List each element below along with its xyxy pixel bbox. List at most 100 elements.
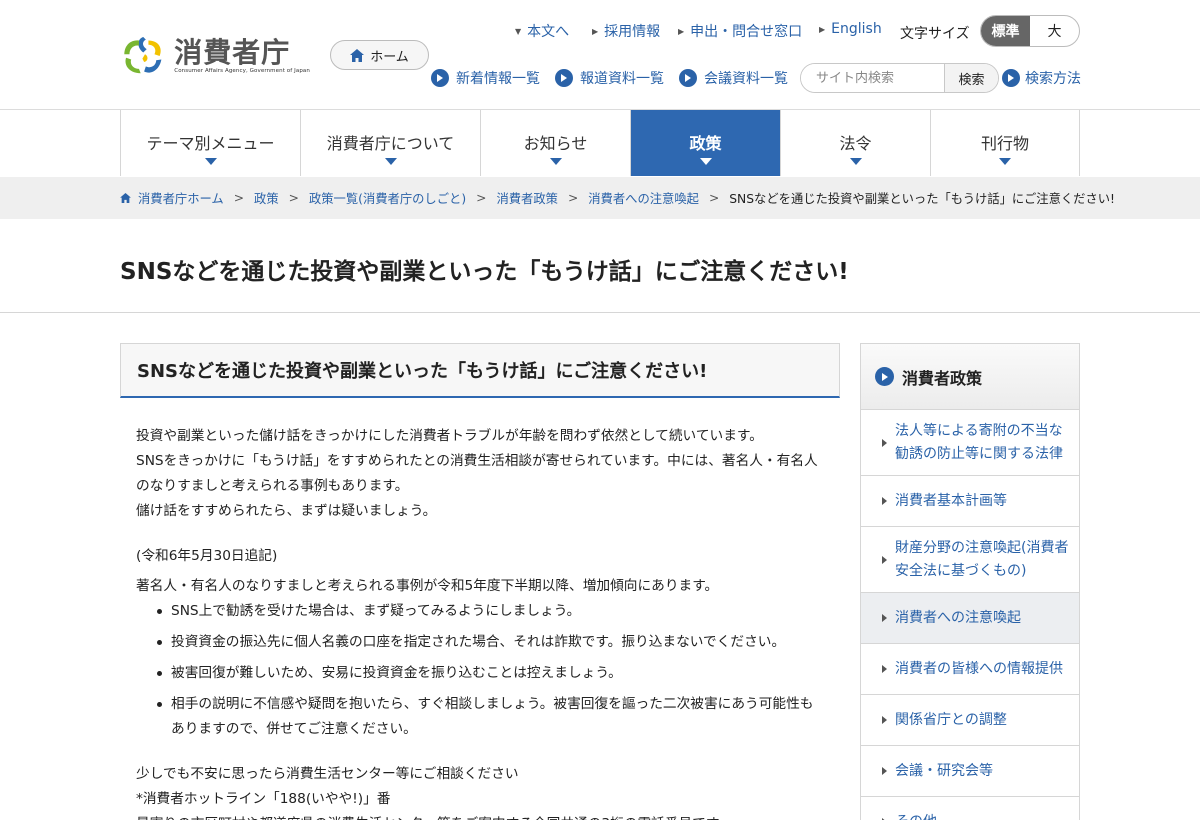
- side-nav-item-label: 財産分野の注意喚起(消費者 安全法に基づくもの): [895, 539, 1069, 579]
- side-nav-item-label: 消費者基本計画等: [895, 492, 1007, 509]
- gnav-item-about[interactable]: 消費者庁について: [301, 110, 481, 176]
- gnav-item-publications[interactable]: 刊行物: [931, 110, 1080, 176]
- main-content: SNSなどを通じた投資や副業といった「もうけ話」にご注意ください! 投資や副業と…: [120, 343, 840, 820]
- font-size-large-button[interactable]: 大: [1030, 16, 1079, 46]
- util-link-english[interactable]: ▶ English: [819, 21, 882, 37]
- meeting-material-list-link[interactable]: 会議資料一覧: [679, 68, 788, 88]
- triangle-right-icon: [882, 497, 887, 505]
- gnav-item-label: 刊行物: [980, 134, 1029, 153]
- triangle-right-icon: [882, 438, 887, 447]
- intro-paragraph-line: 儲け話をすすめられたら、まずは疑いましょう。: [136, 503, 437, 519]
- font-size-standard-button[interactable]: 標準: [981, 16, 1030, 46]
- util-link-contact[interactable]: ▶ 申出・問合せ窓口: [678, 21, 802, 41]
- util-link-recruit[interactable]: ▶ 採用情報: [592, 21, 660, 41]
- side-nav-item-label: 法人等による寄附の不当な 勧誘の防止等に関する法律: [895, 422, 1063, 462]
- breadcrumb-link[interactable]: 消費者への注意喚起: [588, 189, 699, 207]
- side-nav-item-donation-law[interactable]: 法人等による寄附の不当な 勧誘の防止等に関する法律: [861, 410, 1079, 476]
- gnav-item-label: 政策: [689, 134, 722, 153]
- util-link-label: English: [831, 21, 882, 37]
- triangle-right-icon: ▶: [678, 26, 685, 36]
- triangle-right-icon: [882, 614, 887, 622]
- gnav-item-news[interactable]: お知らせ: [481, 110, 631, 176]
- triangle-down-icon: [384, 158, 397, 165]
- list-item: 投資資金の振込先に個人名義の口座を指定された場合、それは詐欺です。振り込まないで…: [136, 630, 840, 655]
- news-link-label: 新着情報一覧: [456, 71, 540, 87]
- breadcrumb-separator: >: [288, 191, 299, 205]
- page-title-band: SNSなどを通じた投資や副業といった「もうけ話」にご注意ください!: [0, 219, 1200, 313]
- list-item: 被害回復が難しいため、安易に投資資金を振り込むことは控えましょう。: [136, 661, 840, 686]
- gnav-item-policy[interactable]: 政策: [631, 110, 781, 176]
- triangle-right-icon: [882, 555, 887, 564]
- side-nav-heading: 消費者政策: [861, 344, 1079, 410]
- logo-mark-icon: [124, 37, 162, 74]
- logo-english-text: Consumer Affairs Agency, Government of J…: [174, 68, 310, 74]
- breadcrumb-bar: 消費者庁ホーム > 政策 > 政策一覧(消費者庁のしごと) > 消費者政策 > …: [0, 177, 1200, 219]
- consult-line: *消費者ホットライン「188(いやや!)」番: [136, 791, 391, 807]
- search-help-label: 検索方法: [1025, 71, 1081, 87]
- triangle-right-icon: ▶: [592, 26, 599, 36]
- list-item: 相手の説明に不信感や疑問を抱いたら、すぐ相談しましょう。被害回復を謳った二次被害…: [136, 692, 840, 742]
- util-link-label: 本文へ: [527, 24, 570, 40]
- side-nav-item-other[interactable]: その他: [861, 797, 1079, 820]
- consult-line: 少しでも不安に思ったら消費生活センター等にご相談ください: [136, 766, 519, 782]
- list-item: SNS上で勧誘を受けた場合は、まず疑ってみるようにしましょう。: [136, 599, 840, 624]
- side-nav-item-basic-plan[interactable]: 消費者基本計画等: [861, 476, 1079, 527]
- breadcrumb-current: SNSなどを通じた投資や副業といった「もうけ話」にご注意ください!: [729, 192, 1115, 206]
- news-list-link[interactable]: 新着情報一覧: [431, 68, 540, 88]
- gnav-item-label: テーマ別メニュー: [146, 134, 275, 153]
- circle-arrow-icon: [875, 367, 894, 386]
- home-icon: [350, 48, 365, 62]
- side-nav-item-label: 会議・研究会等: [895, 762, 993, 779]
- triangle-right-icon: [882, 767, 887, 775]
- news-link-label: 報道資料一覧: [580, 71, 664, 87]
- gnav-item-label: お知らせ: [523, 134, 588, 153]
- search-button[interactable]: 検索: [944, 64, 998, 92]
- breadcrumb-link[interactable]: 政策一覧(消費者庁のしごと): [309, 189, 466, 207]
- triangle-down-icon: [999, 158, 1011, 165]
- util-link-label: 申出・問合せ窓口: [690, 24, 803, 40]
- gnav-item-label: 消費者庁について: [326, 134, 455, 153]
- triangle-right-icon: [882, 665, 887, 673]
- gnav-item-theme-menu[interactable]: テーマ別メニュー: [121, 110, 301, 176]
- addendum-date: (令和6年5月30日追記): [136, 548, 278, 564]
- addendum-lead: 著名人・有名人のなりすましと考えられる事例が令和5年度下半期以降、増加傾向にあり…: [136, 578, 719, 594]
- logo-wordmark: 消費者庁: [174, 36, 291, 69]
- triangle-right-icon: ▶: [819, 24, 826, 34]
- circle-arrow-icon: [431, 69, 449, 87]
- side-nav-item-property-alerts[interactable]: 財産分野の注意喚起(消費者 安全法に基づくもの): [861, 527, 1079, 593]
- side-nav: 消費者政策 法人等による寄附の不当な 勧誘の防止等に関する法律 消費者基本計画等 …: [860, 343, 1080, 820]
- font-size-label: 文字サイズ: [900, 26, 970, 42]
- util-link-label: 採用情報: [604, 24, 661, 40]
- intro-paragraph-line: 投資や副業といった儲け話をきっかけにした消費者トラブルが年齢を問わず依然として続…: [136, 428, 763, 444]
- breadcrumb-link[interactable]: 消費者政策: [496, 189, 558, 207]
- site-logo[interactable]: 消費者庁 Consumer Affairs Agency, Government…: [120, 30, 310, 82]
- side-nav-item-consumer-alerts[interactable]: 消費者への注意喚起: [861, 593, 1079, 644]
- breadcrumb-separator: >: [476, 191, 487, 205]
- intro-paragraph-line: SNSをきっかけに「もうけ話」をすすめられたとの消費生活相談が寄せられています。…: [136, 453, 818, 469]
- circle-arrow-icon: [1002, 69, 1020, 87]
- triangle-down-icon: [699, 158, 712, 165]
- news-link-label: 会議資料一覧: [704, 71, 788, 87]
- util-link-skip-to-content[interactable]: ▼ 本文へ: [515, 21, 569, 41]
- side-nav-item-info-for-consumers[interactable]: 消費者の皆様への情報提供: [861, 644, 1079, 695]
- side-nav-item-ministry-coordination[interactable]: 関係省庁との調整: [861, 695, 1079, 746]
- circle-arrow-icon: [679, 69, 697, 87]
- intro-paragraph-line: のなりすましと考えられる事例もあります。: [136, 478, 409, 494]
- triangle-down-icon: [549, 158, 562, 165]
- article-body: 投資や副業といった儲け話をきっかけにした消費者トラブルが年齢を問わず依然として続…: [120, 398, 840, 820]
- breadcrumb: 消費者庁ホーム > 政策 > 政策一覧(消費者庁のしごと) > 消費者政策 > …: [120, 189, 1115, 207]
- breadcrumb-separator: >: [567, 191, 579, 205]
- gnav-item-laws[interactable]: 法令: [781, 110, 931, 176]
- search-input[interactable]: [801, 64, 944, 92]
- page-title: SNSなどを通じた投資や副業といった「もうけ話」にご注意ください!: [120, 259, 849, 285]
- search-help-link[interactable]: 検索方法: [1002, 68, 1081, 88]
- triangle-down-icon: ▼: [515, 26, 522, 36]
- side-nav-item-label: その他: [895, 811, 937, 820]
- site-search: 検索: [800, 63, 999, 93]
- breadcrumb-link[interactable]: 政策: [254, 189, 279, 207]
- home-button-label: ホーム: [370, 49, 409, 65]
- press-release-list-link[interactable]: 報道資料一覧: [555, 68, 664, 88]
- breadcrumb-link[interactable]: 消費者庁ホーム: [138, 189, 224, 207]
- side-nav-item-meetings[interactable]: 会議・研究会等: [861, 746, 1079, 797]
- home-button[interactable]: ホーム: [330, 40, 429, 70]
